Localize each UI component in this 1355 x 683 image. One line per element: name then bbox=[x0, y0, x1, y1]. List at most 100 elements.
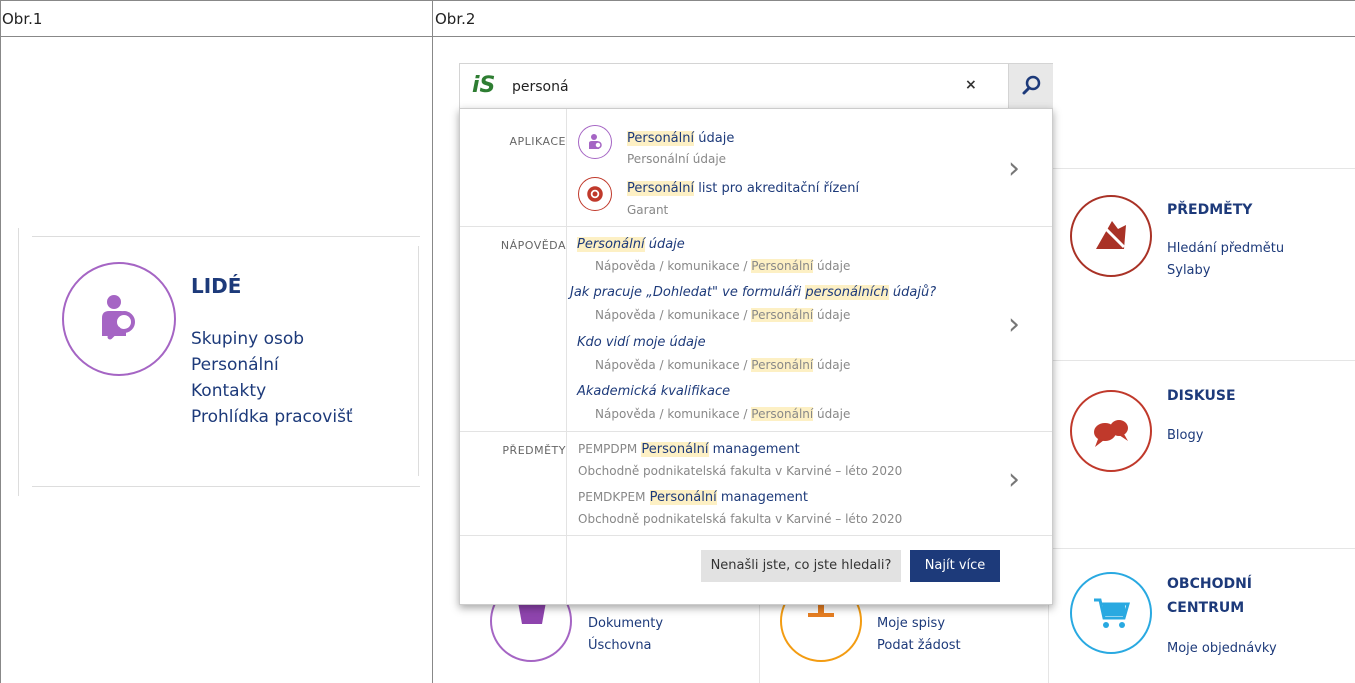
chevron-right-icon[interactable]: › bbox=[1008, 462, 1020, 497]
course-result-title[interactable]: PEMDKPEM Personální management bbox=[578, 490, 808, 505]
obchodni-title-1: OBCHODNÍ bbox=[1167, 576, 1253, 592]
figure-divider bbox=[432, 0, 433, 683]
link-personalni[interactable]: Personální bbox=[191, 352, 353, 378]
link-kontakty[interactable]: Kontakty bbox=[191, 378, 353, 404]
section-label: PŘEDMĚTY bbox=[502, 444, 566, 457]
predmety-title: PŘEDMĚTY bbox=[1167, 202, 1253, 218]
help-path: Nápověda / komunikace / Personální údaje bbox=[595, 407, 850, 421]
result-highlight: Personální bbox=[627, 181, 695, 196]
help-path: Nápověda / komunikace / Personální údaje bbox=[595, 308, 850, 322]
search-input[interactable] bbox=[512, 76, 952, 98]
course-code: PEMDKPEM bbox=[578, 490, 646, 504]
search-icon bbox=[1022, 75, 1041, 95]
result-highlight: Personální bbox=[627, 131, 695, 146]
result-highlight: Personální bbox=[751, 358, 814, 372]
help-path: Nápověda / komunikace / Personální údaje bbox=[595, 259, 850, 273]
card-edge-right bbox=[418, 246, 419, 476]
result-highlight: Personální bbox=[751, 308, 814, 322]
link-prohlidka-pracovist[interactable]: Prohlídka pracovišť bbox=[191, 404, 353, 430]
search-bar: iS × bbox=[459, 63, 1053, 109]
obchodni-title-2: CENTRUM bbox=[1167, 600, 1245, 616]
card-separator bbox=[1048, 548, 1355, 549]
course-name: management bbox=[708, 442, 800, 457]
section-napoveda: NÁPOVĚDA Personální údaje Nápověda / kom… bbox=[460, 227, 1052, 432]
link-podat-zadost[interactable]: Podat žádost bbox=[877, 634, 961, 658]
link-skupiny-osob[interactable]: Skupiny osob bbox=[191, 326, 353, 352]
result-title-rest: údaje bbox=[694, 131, 735, 146]
help-text: Kdo vidí moje údaje bbox=[577, 335, 706, 350]
course-faculty: Obchodně podnikatelská fakulta v Karviné… bbox=[578, 512, 903, 526]
chevron-right-icon[interactable]: › bbox=[1008, 151, 1020, 186]
help-path-text: Nápověda / komunikace / bbox=[595, 308, 752, 322]
section-predmety: PŘEDMĚTY PEMPDPM Personální management O… bbox=[460, 432, 1052, 536]
link-sylaby[interactable]: Sylaby bbox=[1167, 259, 1210, 283]
result-highlight: personálních bbox=[805, 285, 889, 300]
card-separator bbox=[1048, 168, 1355, 169]
section-label: NÁPOVĚDA bbox=[500, 239, 566, 252]
section-label: APLIKACE bbox=[509, 135, 566, 148]
help-text: Jak pracuje „Dohledat" ve formuláři bbox=[570, 285, 806, 300]
diskuse-title: DISKUSE bbox=[1167, 388, 1236, 404]
result-title[interactable]: Personální list pro akreditační řízení bbox=[627, 181, 859, 196]
section-separator bbox=[566, 227, 567, 432]
diskuse-icon[interactable] bbox=[1070, 390, 1152, 472]
help-text: údaje bbox=[644, 237, 685, 252]
card-edge bbox=[18, 228, 19, 496]
card-separator bbox=[1048, 360, 1355, 361]
link-dokumenty[interactable]: Dokumenty bbox=[588, 612, 663, 636]
course-name: management bbox=[716, 490, 808, 505]
section-separator bbox=[566, 109, 567, 227]
course-result-title[interactable]: PEMPDPM Personální management bbox=[578, 442, 800, 457]
link-hledani-predmetu[interactable]: Hledání předmětu bbox=[1167, 237, 1284, 261]
predmety-icon[interactable] bbox=[1070, 195, 1152, 277]
help-result-title[interactable]: Kdo vidí moje údaje bbox=[577, 335, 706, 350]
course-faculty: Obchodně podnikatelská fakulta v Karviné… bbox=[578, 464, 903, 478]
obchodni-centrum-icon[interactable] bbox=[1070, 572, 1152, 654]
help-path-text: údaje bbox=[813, 259, 851, 273]
gear-icon bbox=[578, 177, 612, 211]
help-text: Akademická kvalifikace bbox=[577, 384, 731, 399]
help-result-title[interactable]: Personální údaje bbox=[577, 237, 685, 252]
lide-links: Skupiny osob Personální Kontakty Prohlíd… bbox=[191, 326, 353, 430]
result-title[interactable]: Personální údaje bbox=[627, 131, 734, 146]
card-separator bbox=[759, 605, 760, 683]
result-highlight: Personální bbox=[751, 259, 814, 273]
result-highlight: Personální bbox=[649, 490, 717, 505]
help-path-text: Nápověda / komunikace / bbox=[595, 259, 752, 273]
link-moje-objednavky[interactable]: Moje objednávky bbox=[1167, 637, 1277, 661]
help-result-title[interactable]: Akademická kvalifikace bbox=[577, 384, 730, 399]
link-moje-spisy[interactable]: Moje spisy bbox=[877, 612, 945, 636]
help-text: údajů? bbox=[888, 285, 937, 300]
chevron-right-icon[interactable]: › bbox=[1008, 307, 1020, 342]
lide-icon[interactable] bbox=[62, 262, 176, 376]
help-path-text: údaje bbox=[813, 358, 851, 372]
help-path-text: Nápověda / komunikace / bbox=[595, 407, 752, 421]
help-result-title[interactable]: Jak pracuje „Dohledat" ve formuláři pers… bbox=[570, 285, 936, 300]
help-path-text: Nápověda / komunikace / bbox=[595, 358, 752, 372]
search-button[interactable] bbox=[1008, 64, 1053, 108]
result-subtitle: Garant bbox=[627, 203, 669, 217]
result-highlight: Personální bbox=[577, 237, 645, 252]
section-separator bbox=[566, 432, 567, 536]
personal-data-app-icon bbox=[578, 125, 612, 159]
clear-icon[interactable]: × bbox=[965, 77, 977, 93]
figure-label-2: Obr.2 bbox=[432, 0, 1355, 37]
section-separator bbox=[566, 536, 567, 604]
result-subtitle: Personální údaje bbox=[627, 152, 727, 166]
result-highlight: Personální bbox=[641, 442, 709, 457]
link-uschovna[interactable]: Úschovna bbox=[588, 634, 652, 658]
help-path: Nápověda / komunikace / Personální údaje bbox=[595, 358, 850, 372]
result-title-rest: list pro akreditační řízení bbox=[694, 181, 860, 196]
find-more-button[interactable]: Najít více bbox=[910, 550, 1000, 582]
help-path-text: údaje bbox=[813, 308, 851, 322]
not-found-button[interactable]: Nenašli jste, co jste hledali? bbox=[701, 550, 901, 582]
search-suggestions: APLIKACE Personální údaje Personální úda… bbox=[459, 108, 1053, 605]
help-path-text: údaje bbox=[813, 407, 851, 421]
figure-label-1: Obr.1 bbox=[0, 0, 432, 37]
result-highlight: Personální bbox=[751, 407, 814, 421]
section-aplikace: APLIKACE Personální údaje Personální úda… bbox=[460, 109, 1052, 227]
link-blogy[interactable]: Blogy bbox=[1167, 424, 1203, 448]
lide-title: LIDÉ bbox=[191, 274, 242, 298]
is-logo: iS bbox=[472, 73, 496, 98]
course-code: PEMPDPM bbox=[578, 442, 638, 456]
